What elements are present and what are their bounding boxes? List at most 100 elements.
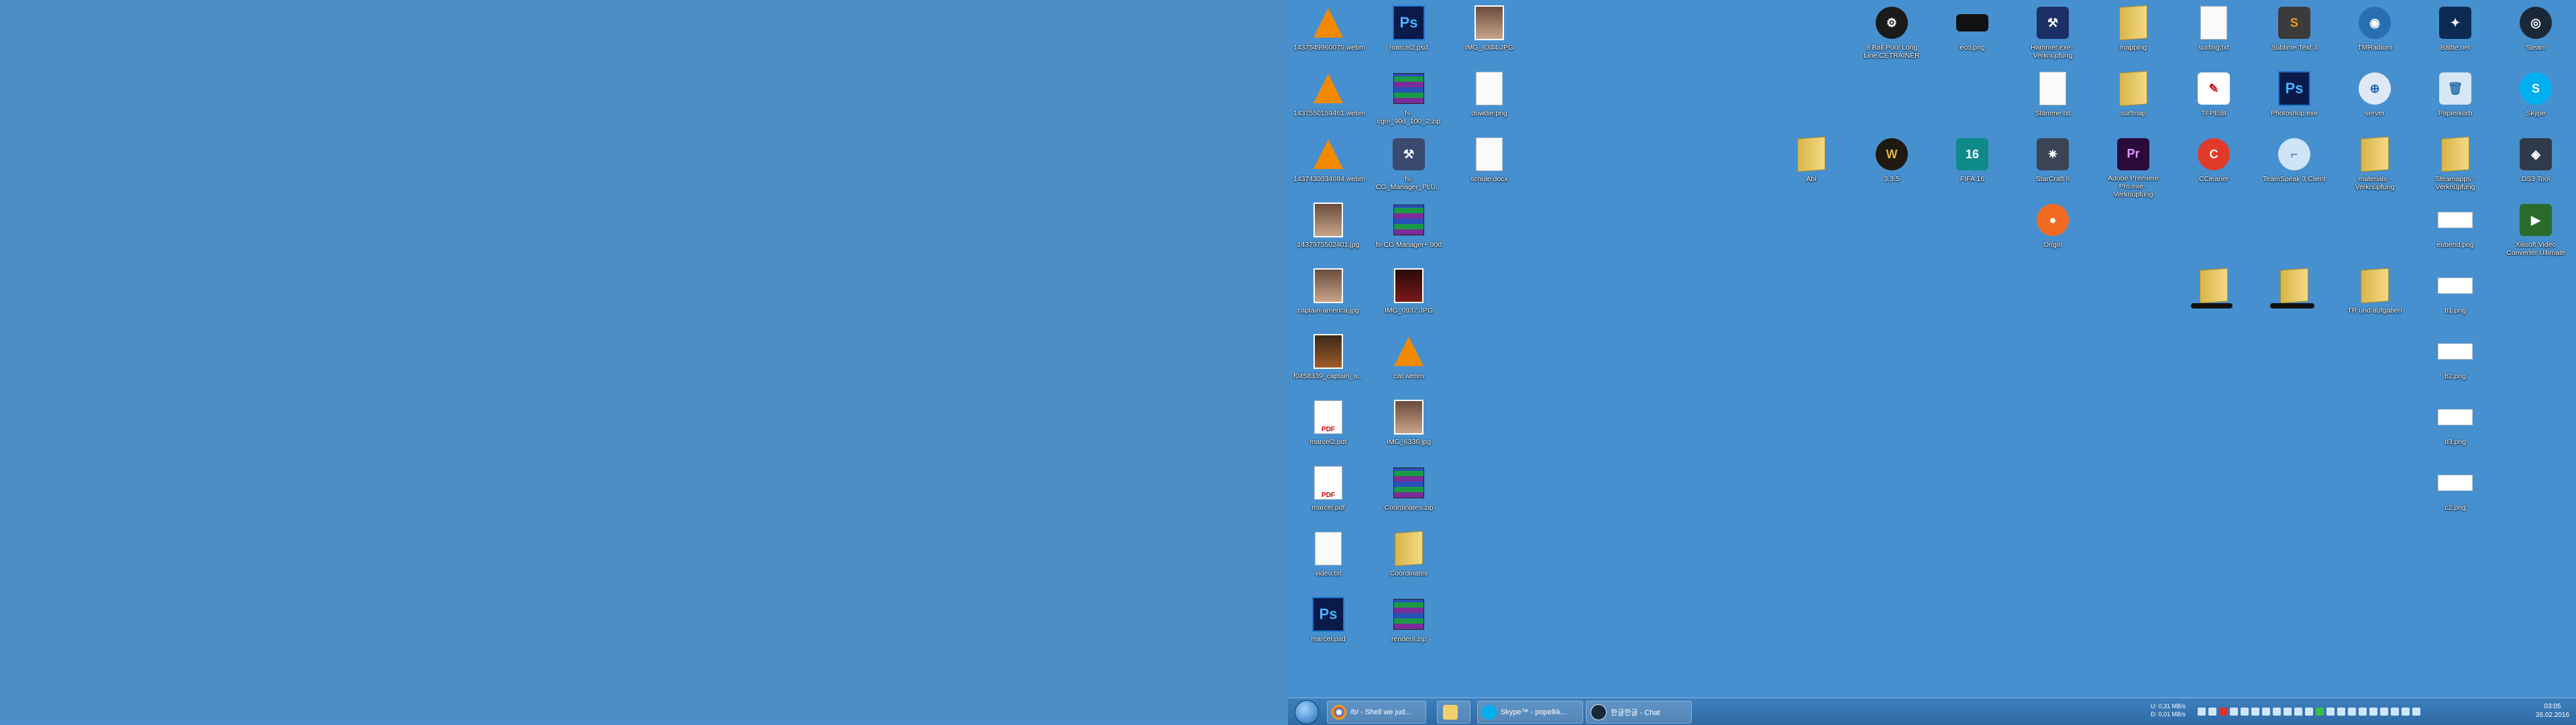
tray-icon[interactable] [2241,708,2249,716]
tray-icon[interactable] [2391,708,2399,716]
tray-icon[interactable] [2284,708,2292,716]
icon-label: fs-CG Manager+ 90d [1375,241,1442,249]
icon-label: StarCraft II [2035,175,2070,183]
vlc-icon [1313,74,1343,103]
taskbar-explorer-button[interactable] [1437,701,1470,724]
desktop-icon-shortcut[interactable]: ◎ Steam [2501,1,2571,67]
desktop-icon-folder[interactable]: surfmap [2098,67,2168,133]
desktop-icon-image-file[interactable]: IMG_6344.JPG [1454,1,1524,67]
network-icon[interactable] [2412,708,2420,716]
tray-icon[interactable] [2337,708,2345,716]
desktop-icon-folder[interactable]: mapping [2098,1,2168,67]
start-button[interactable] [1295,700,1319,724]
tray-icon[interactable] [2230,708,2238,716]
desktop-icon-vlc-file[interactable]: 1437430034684.webm [1293,133,1365,199]
desktop-icon-image-file[interactable]: eubend.png [2420,199,2490,264]
archive-icon [1393,73,1424,104]
desktop-icon-shortcut[interactable]: S Sublime Text 3 [2259,1,2329,67]
desktop-icon-vlc-file[interactable]: cat.webm [1374,330,1444,396]
taskbar-skype-window[interactable]: Skype™ - popelkk... [1477,701,1583,724]
desktop-icon-zip-file[interactable]: Coordinates.zip [1374,461,1444,527]
icon-label: marcel2.psd [1389,44,1428,52]
desktop-icon-image-file[interactable]: 1437975502401.jpg [1293,199,1363,264]
tray-icon[interactable] [2251,708,2259,716]
desktop-icon-zip-file[interactable]: fs-cgm_90d_100_2.zip [1374,67,1444,133]
desktop-icon-text-file[interactable]: Stämme.txt [2018,67,2088,133]
tray-icon[interactable] [2326,708,2334,716]
desktop-icon-vlc-file[interactable]: 1437549960075.webm [1293,1,1365,67]
desktop-icon-shortcut[interactable]: ✷ StarCraft II [2018,133,2088,199]
tray-icon[interactable] [2348,708,2356,716]
taskbar-chrome-window[interactable]: /b/ - Shell we jud... [1327,701,1426,724]
desktop-icon-folder[interactable]: Abi [1776,133,1846,199]
taskbar: /b/ - Shell we jud... Skype™ - popelkk..… [1288,698,2576,725]
desktop-icon-zip-file[interactable]: fs-CG Manager+ 90d [1374,199,1444,264]
desktop-icon-image-file[interactable]: f0458339_captain_a... [1293,330,1363,396]
desktop-icon-shortcut[interactable]: ▶ Xilisoft Video Converter Ultimate [2501,199,2571,264]
desktop-icon-shortcut[interactable]: C CCleaner [2179,133,2249,199]
tray-icon[interactable] [2316,708,2324,716]
desktop-icon-shortcut[interactable]: ⚒ fs-CG_Manager_PLU... [1374,133,1444,199]
icon-label: marcel.pdf [1311,504,1345,512]
desktop-icon-shortcut[interactable]: ● Origin [2018,199,2088,264]
desktop-icon-shortcut[interactable]: Pr Adobe Premiere Pro.exe - Verknüpfung [2098,133,2168,199]
desktop-icon-image-file[interactable]: captain-america.jpg [1293,264,1363,330]
icon-label: b2.png [2444,372,2467,380]
icon-label: c2.png [2445,504,2466,512]
icon-label: TeamSpeak 3 Client [2263,175,2326,183]
desktop-icon-folder-redacted[interactable] [2179,264,2249,330]
clock[interactable]: 03:05 26.02.2016 [2536,702,2569,720]
tray-icon[interactable] [2294,708,2302,716]
desktop-icon-shortcut[interactable]: ⌐ TeamSpeak 3 Client [2259,133,2329,199]
desktop-icon-shortcut[interactable]: ⊕ server [2340,67,2410,133]
desktop-icon-text-file[interactable]: surfing.txt [2179,1,2249,67]
desktop-icon-folder[interactable]: Steamapps - Verknüpfung [2420,133,2490,199]
desktop-icon-zip-file[interactable]: renders.zip [1374,593,1444,659]
desktop-icon-image-file[interactable]: b2.png [2420,330,2490,396]
desktop-icon-folder[interactable]: Coordinates [1374,527,1444,593]
photoshop-icon: Ps [1393,5,1425,40]
tray-icon[interactable] [2262,708,2270,716]
taskbar-steam-chat-window[interactable]: 한글한글 - Chat [1586,701,1692,724]
desktop-icon-shortcut[interactable]: ◈ DS3 Tool [2501,133,2571,199]
desktop-icon-word-file[interactable]: schule.docx [1454,133,1524,199]
desktop-icon-shortcut[interactable]: ⚒ Hammer.exe - Verknüpfung [2018,1,2088,67]
desktop-icon-folder[interactable]: TR und aufgaben [2340,264,2410,330]
desktop-icon-pdf-file[interactable]: PDF marcel2.pdf [1293,396,1363,461]
tray-icon[interactable] [2208,708,2216,716]
icon-label: Xilisoft Video Converter Ultimate [2506,241,2565,257]
tray-icon[interactable] [2273,708,2281,716]
desktop-icon-text-file[interactable]: video.txt [1293,527,1363,593]
desktop-icon-image-file[interactable]: dowdie.png [1454,67,1524,133]
desktop-icon-image-file[interactable]: b1.png [2420,264,2490,330]
desktop-icon-image-file[interactable]: c2.png [2420,461,2490,527]
tray-icon[interactable] [2305,708,2313,716]
desktop-icon-folder-redacted[interactable] [2259,264,2329,330]
desktop-icon-image-file[interactable]: b3.png [2420,396,2490,461]
desktop-icon-cheat-table[interactable]: ⚙ 8 Ball Pool Long Line.CETRAINER [1857,1,1927,67]
desktop-icon-shortcut[interactable]: Ps Photoshop.exe [2259,67,2329,133]
vlc-icon [1313,140,1343,169]
desktop-icon-shortcut[interactable]: ✎ TFPEdit [2179,67,2249,133]
desktop-icon-vlc-file[interactable]: 1437550159461.webm [1293,67,1365,133]
desktop-icon-shortcut[interactable]: ✦ Battle.net [2420,1,2490,67]
desktop-icon-shortcut[interactable]: W 3.3.5 [1857,133,1927,199]
desktop-icon-image-file[interactable]: IMG_0937.JPG [1374,264,1444,330]
tray-icon[interactable] [2380,708,2388,716]
desktop-icon-shortcut[interactable]: ◉ TMRadium [2340,1,2410,67]
tray-icon[interactable] [2359,708,2367,716]
desktop-icon-image-file[interactable]: IMG_6336.jpg [1374,396,1444,461]
desktop-icon-pdf-file[interactable]: PDF marcel.pdf [1293,461,1363,527]
tray-icon[interactable] [2198,708,2206,716]
redaction-mark [2191,303,2233,309]
volume-icon[interactable] [2402,708,2410,716]
tray-icon[interactable] [2219,708,2227,716]
tray-icon[interactable] [2369,708,2377,716]
desktop-icon-folder[interactable]: materials - Verknüpfung [2340,133,2410,199]
desktop-icon-psd-file[interactable]: Ps marcel.psd [1293,593,1363,659]
desktop-icon-psd-file[interactable]: Ps marcel2.psd [1374,1,1444,67]
desktop-icon-shortcut[interactable]: S Skype [2501,67,2571,133]
desktop-icon-image-file[interactable]: ecd.png [1937,1,2007,67]
desktop-icon-shortcut[interactable]: 16 FIFA 16 [1937,133,2007,199]
desktop-icon-recycle-bin[interactable]: 🗑 Papierkorb [2420,67,2490,133]
